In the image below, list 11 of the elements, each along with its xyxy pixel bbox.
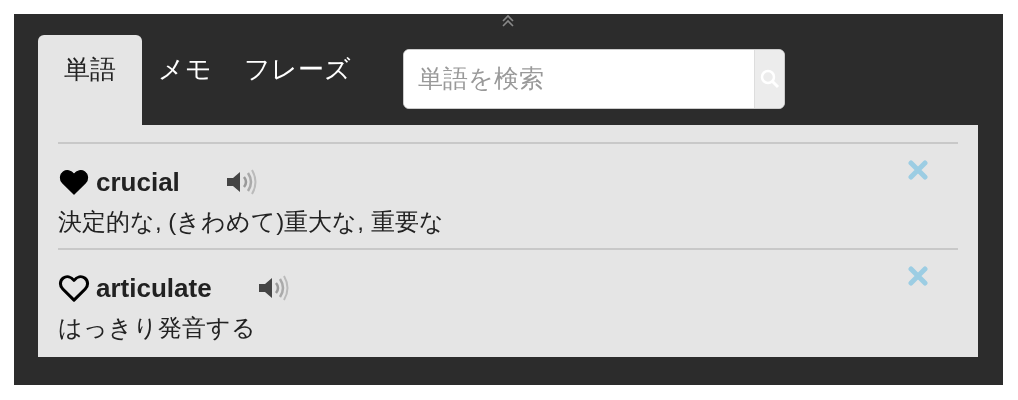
tab[interactable]: メモ [142,35,228,125]
collapse-icon[interactable] [500,14,516,28]
search-field[interactable]: 単語を検索 [403,49,785,109]
filled-heart-icon[interactable] [58,168,90,196]
tab[interactable]: フレーズ [228,35,367,125]
word-text[interactable]: crucial [96,162,180,202]
word-meaning: はっきり発音する [58,313,257,343]
tab[interactable]: 単語 [38,35,142,125]
outline-heart-icon[interactable] [58,274,90,302]
word-meaning: 決定的な, (きわめて)重大な, 重要な [58,207,445,237]
word-text[interactable]: articulate [96,268,212,308]
